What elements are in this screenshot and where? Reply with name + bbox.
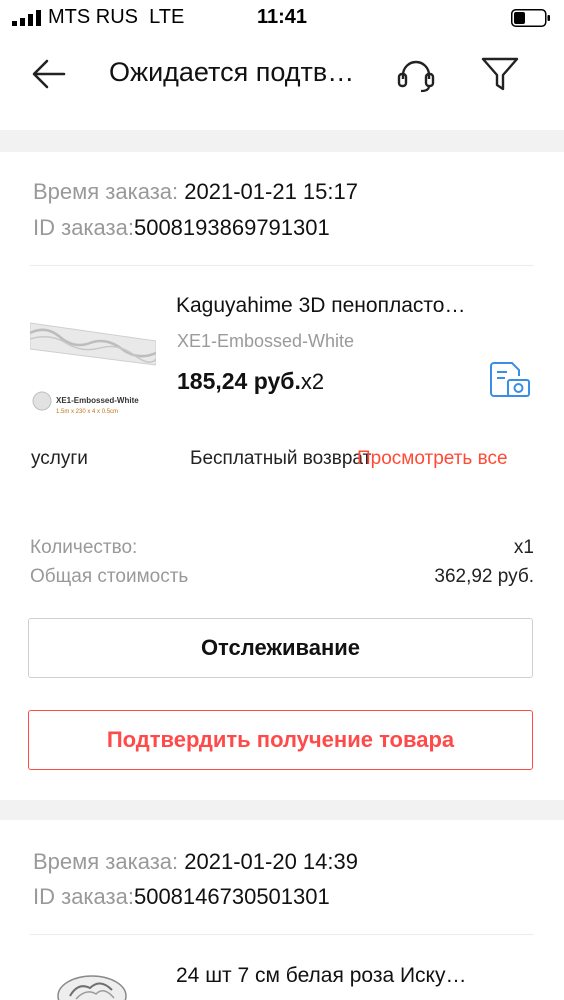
status-bar: MTS RUS LTE 11:41 — [0, 0, 564, 36]
support-headset-icon[interactable] — [396, 57, 436, 93]
product-variant: XE1-Embossed-White — [177, 331, 355, 351]
order-time: Время заказа: 2021-01-21 15:17 — [33, 179, 358, 204]
filter-funnel-icon[interactable] — [480, 55, 520, 93]
back-arrow-icon[interactable] — [30, 55, 68, 93]
order-time: Время заказа: 2021-01-20 14:39 — [33, 849, 358, 874]
total-value: 362,92 руб. — [434, 566, 534, 587]
divider — [30, 934, 534, 935]
product-name[interactable]: 24 шт 7 см белая роза Иску… — [176, 964, 531, 988]
product-thumbnail[interactable] — [30, 966, 156, 1000]
view-all-services-link[interactable]: Просмотреть все — [357, 448, 508, 470]
page-title: Ожидается подтв… — [109, 57, 355, 87]
order-id: ID заказа:5008146730501301 — [33, 884, 330, 909]
status-time: 11:41 — [256, 6, 308, 28]
product-price: 185,24 руб.x2 — [177, 368, 325, 394]
total-label: Общая стоимость — [30, 566, 189, 587]
product-thumbnail[interactable]: XE1-Embossed-White 1.5m x 230 x 4 x 0.5c… — [30, 293, 156, 419]
quantity-label: Количество: — [30, 537, 138, 558]
battery-icon — [511, 9, 550, 27]
nav-header: Ожидается подтв… — [0, 36, 564, 130]
order-id: ID заказа:5008193869791301 — [33, 215, 330, 240]
thumb-caption: XE1-Embossed-White — [56, 396, 139, 405]
thumb-subcaption: 1.5m x 230 x 4 x 0.5cm — [56, 409, 118, 415]
quantity-value: x1 — [513, 537, 534, 558]
confirm-receipt-button[interactable]: Подтвердить получение товара — [28, 710, 533, 770]
product-quantity: x2 — [300, 369, 325, 394]
section-separator — [0, 130, 564, 152]
services-label: услуги — [31, 448, 88, 469]
product-snapshot-icon[interactable] — [488, 360, 532, 400]
tracking-button[interactable]: Отслеживание — [28, 618, 533, 678]
section-separator — [0, 800, 564, 820]
divider — [30, 265, 534, 266]
services-value: Бесплатный возврат — [190, 448, 372, 469]
product-name[interactable]: Kaguyahime 3D пенопласто… — [176, 294, 531, 318]
